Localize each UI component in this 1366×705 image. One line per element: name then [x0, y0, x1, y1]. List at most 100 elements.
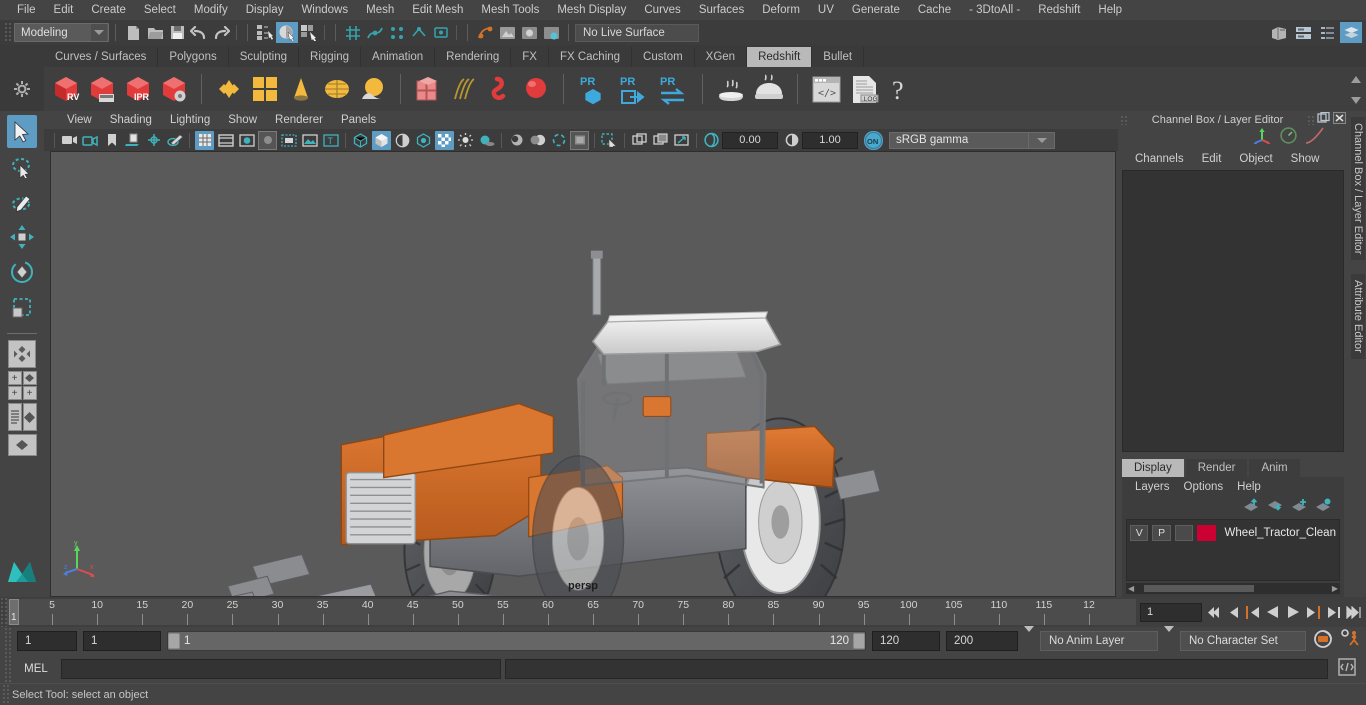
rotate-tool[interactable]: [7, 255, 37, 288]
layer-visibility-toggle[interactable]: V: [1130, 524, 1149, 541]
character-set-select[interactable]: No Character Set: [1180, 631, 1306, 651]
layer-list[interactable]: V P Wheel_Tractor_Clean: [1126, 519, 1340, 581]
wireframe-shading-icon[interactable]: [351, 131, 370, 150]
shaded-wireframe-icon[interactable]: [393, 131, 412, 150]
menu-item-help[interactable]: Help: [1089, 0, 1131, 20]
snap-projected-icon[interactable]: [408, 22, 430, 43]
menu-item-windows[interactable]: Windows: [292, 0, 357, 20]
resolution-gate-icon[interactable]: [237, 131, 256, 150]
range-slider-grip[interactable]: [4, 627, 11, 655]
redshift-script-icon[interactable]: </>: [809, 72, 843, 106]
playback-end-time-field[interactable]: 120: [872, 631, 940, 651]
menu-item-create[interactable]: Create: [82, 0, 135, 20]
redshift-bake-set-icon[interactable]: [752, 72, 786, 106]
current-frame-field[interactable]: 1: [1140, 602, 1202, 622]
animation-preferences-icon[interactable]: [1340, 628, 1362, 654]
timeline-ruler[interactable]: 1 5 10 15 20 25 30 35 40 45 50 55 60 65 70 75 80 85 90 95 1…: [7, 599, 1136, 625]
anim-layer-select[interactable]: No Anim Layer: [1040, 631, 1158, 651]
xray-text-icon[interactable]: T: [321, 131, 340, 150]
show-hide-tool-settings-icon[interactable]: [1316, 22, 1338, 43]
select-by-object-icon[interactable]: [276, 22, 298, 43]
menu-item-generate[interactable]: Generate: [843, 0, 909, 20]
dock-tab-attribute-editor[interactable]: Attribute Editor: [1351, 274, 1365, 360]
status-line-grip[interactable]: [4, 22, 12, 43]
render-current-frame-icon[interactable]: [496, 22, 518, 43]
menu-item-file[interactable]: File: [8, 0, 45, 20]
xray-icon[interactable]: [630, 131, 649, 150]
layer-tab-anim[interactable]: Anim: [1249, 459, 1300, 477]
screen-space-ao-icon[interactable]: [507, 131, 526, 150]
layer-name[interactable]: Wheel_Tractor_Clean: [1225, 527, 1336, 539]
redshift-volume-icon[interactable]: [484, 72, 516, 106]
create-empty-layer-icon[interactable]: [1291, 498, 1308, 517]
menu-item-deform[interactable]: Deform: [753, 0, 809, 20]
move-tool[interactable]: [7, 220, 37, 253]
range-start-handle[interactable]: [168, 633, 180, 649]
live-surface-field[interactable]: No Live Surface: [575, 22, 699, 43]
quad-cell-tl[interactable]: +: [7, 371, 22, 385]
exposure-reset-icon[interactable]: [702, 131, 721, 150]
grease-pencil-icon[interactable]: [165, 131, 184, 150]
shelf-tab-redshift[interactable]: Redshift: [747, 47, 813, 67]
transform-axes-icon[interactable]: [1253, 127, 1272, 149]
texture-display-icon[interactable]: [435, 130, 454, 150]
move-layer-up-icon[interactable]: [1243, 497, 1260, 517]
panel-undock-icon[interactable]: [1317, 111, 1330, 127]
hypershade-persp-layout[interactable]: [7, 434, 37, 456]
menu-item-curves[interactable]: Curves: [635, 0, 689, 20]
color-management-select[interactable]: sRGB gamma: [889, 131, 1029, 149]
redshift-texture-icon[interactable]: [249, 72, 281, 106]
anim-layer-chevron-icon[interactable]: [1024, 626, 1034, 650]
redo-icon[interactable]: [210, 22, 232, 43]
xray-active-components-icon[interactable]: [672, 131, 691, 150]
viewport-menu-show[interactable]: Show: [219, 114, 266, 126]
redshift-pr-transfer-icon[interactable]: PR: [655, 71, 691, 107]
camera-attributes-icon[interactable]: [81, 131, 100, 150]
command-result-field[interactable]: [505, 659, 1328, 679]
shelf-tab-bullet[interactable]: Bullet: [812, 47, 865, 67]
exposure-display-icon[interactable]: [300, 131, 319, 150]
select-tool[interactable]: [7, 115, 37, 148]
single-perspective-layout[interactable]: [8, 340, 36, 368]
redshift-help-icon[interactable]: ?: [885, 72, 915, 106]
paint-select-tool[interactable]: [7, 185, 37, 218]
play-backwards-icon[interactable]: [1264, 602, 1282, 622]
channel-menu-show[interactable]: Show: [1282, 153, 1329, 165]
menu-item-3dtoall[interactable]: - 3DtoAll -: [960, 0, 1029, 20]
menu-item-mesh-tools[interactable]: Mesh Tools: [472, 0, 548, 20]
dock-tab-channel-box[interactable]: Channel Box / Layer Editor: [1351, 117, 1365, 261]
current-time-indicator[interactable]: 1: [9, 599, 19, 625]
viewport-menu-lighting[interactable]: Lighting: [161, 114, 219, 126]
command-input[interactable]: [61, 659, 501, 679]
character-set-chevron-icon[interactable]: [1164, 626, 1174, 650]
color-management-toggle[interactable]: ON: [864, 130, 883, 150]
menu-item-select[interactable]: Select: [135, 0, 185, 20]
layer-menu-help[interactable]: Help: [1230, 481, 1268, 493]
channel-menu-channels[interactable]: Channels: [1126, 153, 1193, 165]
viewport-menu-panels[interactable]: Panels: [332, 114, 385, 126]
help-line-grip[interactable]: [2, 684, 9, 704]
multisample-aa-icon[interactable]: [549, 131, 568, 150]
auto-keyframe-icon[interactable]: [1312, 629, 1334, 654]
undo-icon[interactable]: [188, 22, 210, 43]
color-management-chevron-icon[interactable]: [1029, 131, 1055, 149]
film-gate-icon[interactable]: [216, 131, 235, 150]
range-end-handle[interactable]: [853, 633, 865, 649]
show-hide-channel-box-icon[interactable]: [1340, 22, 1362, 43]
menu-item-edit[interactable]: Edit: [45, 0, 83, 20]
ipr-render-icon[interactable]: [518, 22, 540, 43]
use-all-lights-icon[interactable]: [456, 131, 475, 150]
viewport-menu-view[interactable]: View: [58, 114, 101, 126]
step-back-keyframe-icon[interactable]: [1224, 602, 1242, 622]
render-settings-icon[interactable]: [540, 22, 562, 43]
redshift-ipr-icon[interactable]: IPR: [122, 72, 154, 106]
step-forward-keyframe-icon[interactable]: [1324, 602, 1342, 622]
redshift-sphere-icon[interactable]: [520, 72, 552, 106]
exposure-value[interactable]: 0.00: [722, 131, 778, 149]
shelf-scroll-up-icon[interactable]: [1350, 71, 1362, 89]
redshift-hair-icon[interactable]: [448, 72, 480, 106]
curve-icon[interactable]: [1305, 127, 1324, 149]
viewport-menu-shading[interactable]: Shading: [101, 114, 161, 126]
anim-start-time-field[interactable]: 1: [17, 631, 77, 651]
scrollbar-thumb[interactable]: [1144, 585, 1255, 592]
